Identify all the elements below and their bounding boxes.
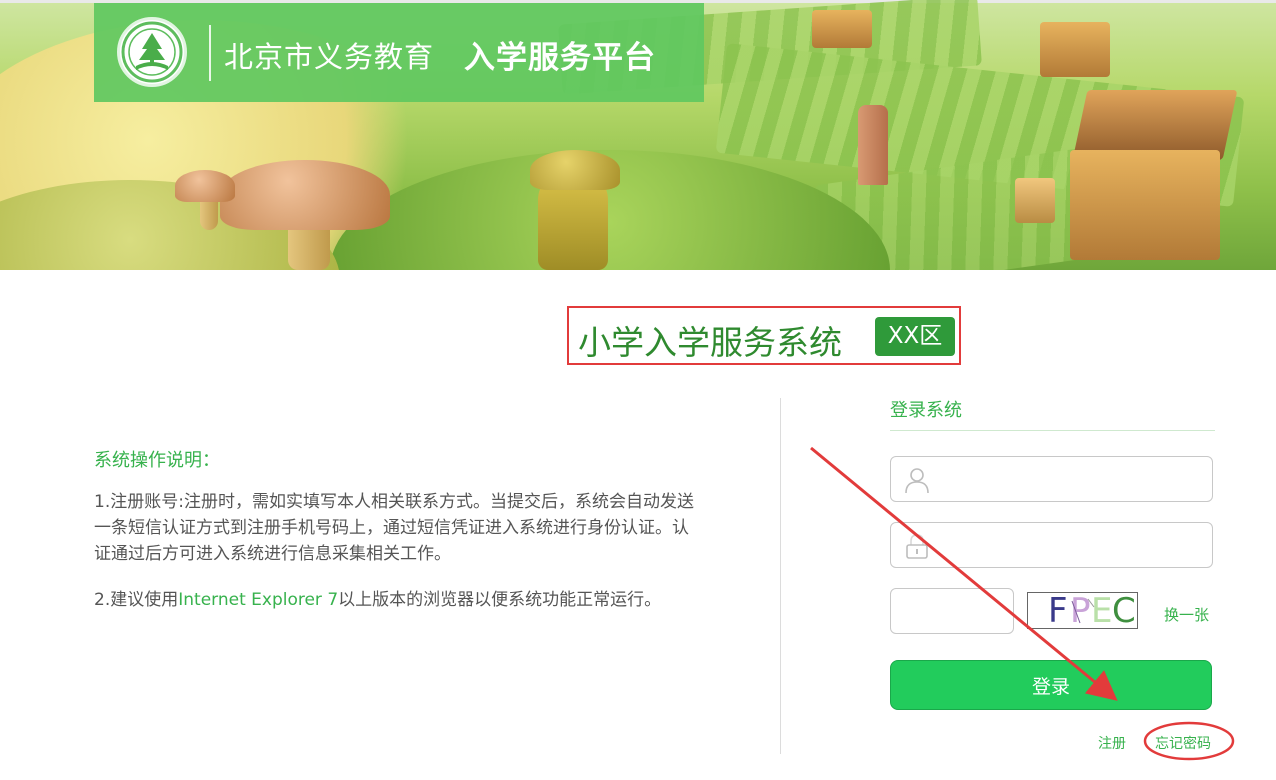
instructions-heading: 系统操作说明： <box>94 450 220 471</box>
barn <box>1070 150 1220 260</box>
crate <box>1015 178 1055 223</box>
refresh-captcha-link[interactable]: 换一张 <box>1164 604 1209 625</box>
header-banner: 北京市义务教育 入学服务平台 <box>0 0 1276 270</box>
password-input[interactable] <box>931 523 1205 569</box>
instructions-step-register: 1.注册账号:注册时，需如实填写本人相关联系方式。当提交后，系统会自动发送一条短… <box>94 492 694 564</box>
username-input[interactable] <box>931 457 1205 503</box>
password-field[interactable] <box>890 522 1213 569</box>
browser-tip-prefix: 2.建议使用 <box>94 590 179 610</box>
instructions-step-browser: 2.建议使用Internet Explorer 7以上版本的浏览器以便系统功能正… <box>94 587 704 613</box>
education-seal-logo <box>117 17 187 87</box>
user-icon <box>904 466 930 494</box>
platform-name-main: 入学服务平台 <box>464 40 656 76</box>
login-heading-rule <box>890 430 1215 431</box>
windmill-tower <box>858 105 888 185</box>
login-button[interactable]: 登录 <box>890 660 1212 710</box>
farmhouse <box>812 10 872 48</box>
district-badge: XX区 <box>875 317 955 356</box>
captcha-image[interactable]: F P E C <box>1027 592 1138 629</box>
browser-tip-suffix: 以上版本的浏览器以便系统功能正常运行。 <box>338 590 662 610</box>
page-title: 小学入学服务系统 <box>578 323 842 362</box>
username-field[interactable] <box>890 456 1213 503</box>
vertical-divider <box>780 398 781 754</box>
platform-brand: 北京市义务教育 入学服务平台 <box>94 3 704 102</box>
platform-name-prefix: 北京市义务教育 <box>224 40 435 74</box>
login-heading: 登录系统 <box>890 400 962 421</box>
mushroom <box>175 170 235 202</box>
forgot-password-link[interactable]: 忘记密码 <box>1155 733 1211 753</box>
captcha-input[interactable] <box>890 588 1014 634</box>
brand-divider <box>209 25 211 81</box>
mushroom <box>220 160 390 230</box>
register-link[interactable]: 注册 <box>1098 733 1126 753</box>
farmhouse <box>1040 22 1110 77</box>
scarecrow-hat <box>530 150 620 190</box>
browser-name: Internet Explorer 7 <box>178 590 339 610</box>
lock-icon <box>904 532 930 560</box>
